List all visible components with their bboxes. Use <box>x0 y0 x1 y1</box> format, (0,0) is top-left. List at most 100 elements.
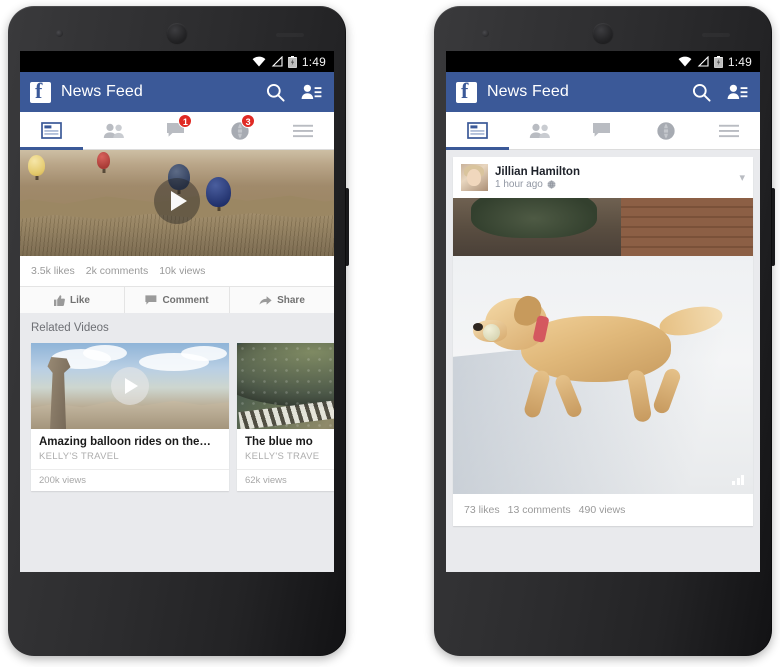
tab-notifications[interactable] <box>634 112 697 150</box>
signal-icon <box>271 56 283 67</box>
battery-icon <box>714 55 723 68</box>
comment-button-label: Comment <box>162 294 209 306</box>
tab-friend-requests[interactable] <box>83 112 146 150</box>
views-count: 10k views <box>159 265 206 277</box>
related-videos-section: Related Videos Amazing balloon rides on … <box>20 313 334 491</box>
like-button-label: Like <box>69 294 90 306</box>
comments-count: 2k comments <box>85 265 149 277</box>
earpiece-speaker <box>593 23 613 43</box>
play-icon[interactable] <box>111 367 149 405</box>
phone-device-left: 1:49 News Feed <box>8 6 349 656</box>
related-video-channel: KELLY'S TRAVE <box>245 451 320 462</box>
status-bar-clock: 1:49 <box>301 54 326 69</box>
feed-icon <box>467 122 488 139</box>
tab-notifications[interactable]: 3 <box>208 112 271 150</box>
sensor-strip <box>702 33 730 37</box>
friend-requests-icon[interactable] <box>724 79 750 105</box>
wifi-icon <box>678 56 692 67</box>
news-feed-right[interactable]: Jillian Hamilton 1 hour ago ▾ 73 likes 1… <box>446 150 760 572</box>
signal-bars-icon <box>732 475 744 485</box>
facebook-logo[interactable] <box>456 80 477 103</box>
post-author-name[interactable]: Jillian Hamilton <box>495 165 580 179</box>
related-videos-carousel[interactable]: Amazing balloon rides on the… KELLY'S TR… <box>20 343 334 491</box>
related-video-title: The blue mo <box>245 436 313 448</box>
related-video-card[interactable]: The blue mo KELLY'S TRAVE 62k views <box>237 343 334 491</box>
hamburger-icon <box>292 124 313 137</box>
hot-air-balloon-icon <box>28 155 45 176</box>
comments-count: 13 comments <box>507 504 571 516</box>
friends-icon <box>103 123 124 138</box>
dog-subject <box>473 290 726 440</box>
hot-air-balloon-icon <box>97 152 110 169</box>
hot-air-balloon-icon <box>206 177 231 207</box>
phone-device-right: 1:49 News Feed <box>434 6 775 656</box>
power-button[interactable] <box>345 188 349 266</box>
feed-post[interactable]: Jillian Hamilton 1 hour ago ▾ 73 likes 1… <box>453 157 753 526</box>
share-button[interactable]: Share <box>230 287 334 313</box>
video-post-media[interactable] <box>20 150 334 256</box>
tab-badge-notifications: 3 <box>241 113 256 128</box>
facebook-app-bar-left: News Feed <box>20 72 334 112</box>
related-video-channel: KELLY'S TRAVEL <box>39 451 119 462</box>
globe-icon <box>547 180 556 189</box>
fence-background <box>453 198 753 256</box>
status-bar-clock: 1:49 <box>727 54 752 69</box>
related-video-card[interactable]: Amazing balloon rides on the… KELLY'S TR… <box>31 343 229 491</box>
post-meta: 1 hour ago <box>495 179 580 190</box>
tab-news-feed[interactable] <box>20 112 83 150</box>
friends-icon <box>529 123 550 138</box>
related-video-thumbnail[interactable] <box>237 343 334 429</box>
avatar[interactable] <box>461 164 488 191</box>
related-video-views: 200k views <box>31 469 229 491</box>
share-icon <box>259 295 272 305</box>
related-video-thumbnail[interactable] <box>31 343 229 429</box>
post-stats: 73 likes 13 comments 490 views <box>453 494 753 526</box>
news-feed-left[interactable]: 3.5k likes 2k comments 10k views Like Co… <box>20 150 334 572</box>
power-button[interactable] <box>771 188 775 266</box>
tab-messages[interactable]: 1 <box>146 112 209 150</box>
screenshot-stage: 1:49 News Feed <box>0 0 780 667</box>
post-action-bar: Like Comment Share <box>20 287 334 313</box>
messages-icon <box>593 123 611 137</box>
tab-news-feed[interactable] <box>446 112 509 150</box>
comment-button[interactable]: Comment <box>125 287 230 313</box>
post-header: Jillian Hamilton 1 hour ago ▾ <box>453 157 753 198</box>
views-count: 490 views <box>578 504 626 516</box>
tab-strip-right <box>446 112 760 150</box>
front-camera-icon <box>56 30 63 37</box>
facebook-app-bar-right: News Feed <box>446 72 760 112</box>
related-videos-heading: Related Videos <box>31 322 109 334</box>
phone-screen-right: 1:49 News Feed <box>446 51 760 572</box>
like-button[interactable]: Like <box>20 287 125 313</box>
play-icon[interactable] <box>154 177 200 224</box>
search-icon[interactable] <box>262 79 288 105</box>
phone-screen-left: 1:49 News Feed <box>20 51 334 572</box>
sensor-strip <box>276 33 304 37</box>
post-photo[interactable] <box>453 198 753 494</box>
tab-strip-left: 1 3 <box>20 112 334 150</box>
android-status-bar: 1:49 <box>446 51 760 72</box>
related-video-views: 62k views <box>237 469 334 491</box>
front-camera-icon <box>482 30 489 37</box>
facebook-logo[interactable] <box>30 80 51 103</box>
chevron-down-icon[interactable]: ▾ <box>739 171 745 184</box>
related-video-title: Amazing balloon rides on the… <box>39 436 211 448</box>
search-icon[interactable] <box>688 79 714 105</box>
hamburger-icon <box>718 124 739 137</box>
earpiece-speaker <box>167 23 187 43</box>
page-title: News Feed <box>487 83 569 100</box>
likes-count: 73 likes <box>464 504 500 516</box>
signal-icon <box>697 56 709 67</box>
android-status-bar: 1:49 <box>20 51 334 72</box>
tab-friend-requests[interactable] <box>509 112 572 150</box>
feed-icon <box>41 122 62 139</box>
share-button-label: Share <box>277 294 305 306</box>
tab-more[interactable] <box>271 112 334 150</box>
battery-icon <box>288 55 297 68</box>
wifi-icon <box>252 56 266 67</box>
friend-requests-icon[interactable] <box>298 79 324 105</box>
tab-more[interactable] <box>697 112 760 150</box>
page-title: News Feed <box>61 83 143 100</box>
tab-messages[interactable] <box>572 112 635 150</box>
tab-badge-messages: 1 <box>178 113 193 128</box>
